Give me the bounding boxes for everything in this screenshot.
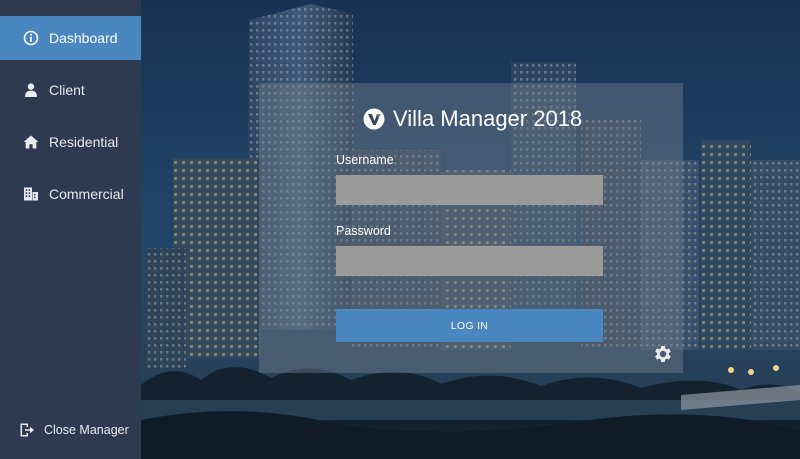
sidebar-item-label: Residential	[49, 134, 119, 150]
gear-icon[interactable]	[652, 343, 674, 365]
login-button[interactable]: LOG IN	[336, 309, 603, 342]
sidebar: Dashboard Client Residential Commercial …	[0, 0, 141, 459]
sidebar-item-label: Client	[49, 82, 85, 98]
app-brand: Villa Manager 2018	[363, 105, 582, 133]
username-label: Username	[336, 153, 394, 167]
sidebar-item-residential[interactable]: Residential	[0, 120, 141, 164]
sidebar-item-client[interactable]: Client	[0, 68, 141, 112]
close-manager-label: Close Manager	[44, 423, 129, 437]
sidebar-item-label: Commercial	[49, 186, 124, 202]
app-title: Villa Manager 2018	[393, 106, 583, 131]
sidebar-item-label: Dashboard	[49, 30, 118, 46]
building-icon	[22, 185, 40, 203]
info-icon	[22, 29, 40, 47]
close-manager-button[interactable]: Close Manager	[0, 415, 141, 445]
sidebar-item-dashboard[interactable]: Dashboard	[0, 16, 141, 60]
password-input[interactable]	[336, 246, 603, 276]
exit-icon	[19, 422, 35, 438]
user-icon	[22, 81, 40, 99]
sidebar-item-commercial[interactable]: Commercial	[0, 172, 141, 216]
password-label: Password	[336, 224, 391, 238]
home-icon	[22, 133, 40, 151]
v-logo-icon	[363, 108, 385, 130]
username-input[interactable]	[336, 175, 603, 205]
login-panel: Villa Manager 2018 Username Password LOG…	[259, 83, 683, 373]
